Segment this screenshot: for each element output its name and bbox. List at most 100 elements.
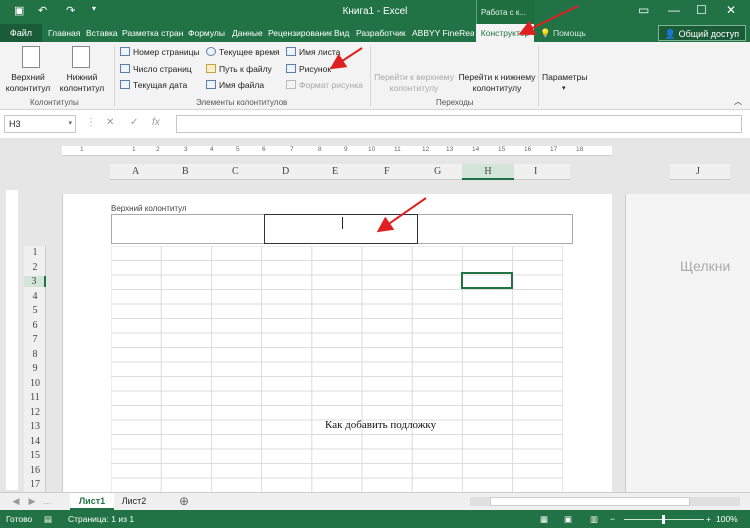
file-path-button[interactable]: Путь к файлу [206,64,272,74]
zoom-level[interactable]: 100% [716,514,738,524]
minimize-icon[interactable]: — [668,3,680,17]
footer-button[interactable]: Нижний колонтитул [56,72,108,94]
page-count-button[interactable]: Число страниц [120,64,192,74]
col-h[interactable]: H [462,164,514,180]
cancel-icon[interactable]: ✕ [106,117,114,128]
tab-page-layout[interactable]: Разметка стран [122,28,183,38]
formula-input[interactable] [176,115,742,133]
calendar-icon [120,80,130,89]
next-sheet-icon[interactable]: ▶ [26,493,38,510]
tab-formulas[interactable]: Формулы [188,28,225,38]
row-header[interactable]: 13 [24,421,46,432]
vertical-ruler [6,190,18,490]
insert-function-icon[interactable]: fx [152,117,160,128]
file-icon [206,80,216,89]
next-page[interactable]: Щелкни [625,194,750,492]
col-e[interactable]: E [332,166,338,177]
horizontal-scrollbar[interactable] [470,497,740,506]
page-number-icon [120,47,130,56]
tab-review[interactable]: Рецензирование [268,28,332,38]
sheet-name-button[interactable]: Имя листа [286,47,340,57]
enter-icon[interactable]: ✓ [130,117,138,128]
picture-button[interactable]: Рисунок [286,64,331,74]
col-j[interactable]: J [696,166,700,177]
col-i[interactable]: I [534,166,537,177]
help-search[interactable]: 💡 Помощь [540,28,586,39]
prev-sheet-icon[interactable]: ◀ [10,493,22,510]
formula-bar: H3 ▾ ⋮ ✕ ✓ fx [0,112,750,136]
header-button[interactable]: Верхний колонтитул [4,72,52,94]
page-number-button[interactable]: Номер страницы [120,47,200,57]
tab-constructor[interactable]: Конструктор [476,24,534,42]
scrollbar-thumb[interactable] [490,497,690,506]
tab-home[interactable]: Главная [48,28,80,38]
footer-icon [72,46,90,68]
row-header[interactable]: 15 [24,450,46,461]
macro-icon[interactable]: ▤ [44,514,52,525]
col-a[interactable]: A [132,166,139,177]
page-count-icon [120,64,130,73]
header-center-section[interactable] [264,214,418,244]
row-header[interactable]: 12 [24,407,46,418]
row-header[interactable]: 7 [24,334,46,345]
page-break-view-icon[interactable]: ▥ [590,514,598,525]
picture-format-button[interactable]: Формат рисунка [286,80,363,90]
current-time-button[interactable]: Текущее время [206,47,280,57]
zoom-in-icon[interactable]: + [706,514,711,524]
ribbon-options-icon[interactable]: ▭ [638,3,649,17]
picture-icon [286,64,296,73]
chevron-down-icon[interactable]: ▾ [68,119,72,127]
col-g[interactable]: G [434,166,441,177]
col-f[interactable]: F [384,166,390,177]
share-button[interactable]: 👤 Общий доступ [658,25,746,41]
sheet-tab-2[interactable]: Лист2 [116,493,152,510]
row-header[interactable]: 6 [24,320,46,331]
row-header[interactable]: 14 [24,436,46,447]
more-sheets-icon[interactable]: … [40,493,54,510]
maximize-icon[interactable]: ☐ [696,3,707,17]
group-label: Элементы колонтитулов [196,98,288,107]
text-cursor [342,217,343,229]
chevron-down-icon[interactable]: ▾ [562,84,566,92]
sheet-tab-1[interactable]: Лист1 [70,493,114,510]
goto-header-button[interactable]: Перейти к верхнему колонтитулу [372,72,456,94]
current-date-button[interactable]: Текущая дата [120,80,187,90]
status-bar: Готово ▤ Страница: 1 из 1 ▦ ▣ ▥ − + 100% [0,510,750,528]
row-header[interactable]: 8 [24,349,46,360]
row-header[interactable]: 1 [24,247,46,258]
name-box[interactable]: H3 ▾ [4,115,76,133]
page-layout-page: Верхний колонтитул Как добавить подложку [62,194,612,492]
col-c[interactable]: C [232,166,239,177]
tab-insert[interactable]: Вставка [86,28,118,38]
row-header[interactable]: 4 [24,291,46,302]
header-label: Верхний колонтитул [111,204,187,213]
collapse-ribbon-icon[interactable]: ︿ [734,96,742,107]
row-header[interactable]: 11 [24,392,46,403]
row-header[interactable]: 3 [24,276,46,287]
row-header[interactable]: 17 [24,479,46,490]
tab-view[interactable]: Вид [334,28,349,38]
zoom-thumb[interactable] [662,515,665,524]
tab-developer[interactable]: Разработчик [356,28,406,38]
parameters-button[interactable]: Параметры [542,72,587,82]
tab-abbyy[interactable]: ABBYY FineReader [412,28,474,38]
goto-footer-button[interactable]: Перейти к нижнему колонтитулу [456,72,538,94]
selected-cell[interactable] [461,272,513,289]
col-d[interactable]: D [282,166,289,177]
row-header[interactable]: 9 [24,363,46,374]
row-header[interactable]: 16 [24,465,46,476]
page-layout-view-icon[interactable]: ▣ [564,514,572,525]
row-header[interactable]: 10 [24,378,46,389]
tab-data[interactable]: Данные [232,28,263,38]
col-j-header: J [670,164,730,180]
close-icon[interactable]: ✕ [726,3,736,17]
normal-view-icon[interactable]: ▦ [540,514,548,525]
zoom-out-icon[interactable]: − [610,514,615,524]
col-b[interactable]: B [182,166,189,177]
add-sheet-icon[interactable]: ⊕ [176,493,192,510]
tab-file[interactable]: Файл [0,24,42,42]
row-header[interactable]: 2 [24,262,46,273]
row-header[interactable]: 5 [24,305,46,316]
file-name-button[interactable]: Имя файла [206,80,264,90]
status-page: Страница: 1 из 1 [68,514,135,524]
